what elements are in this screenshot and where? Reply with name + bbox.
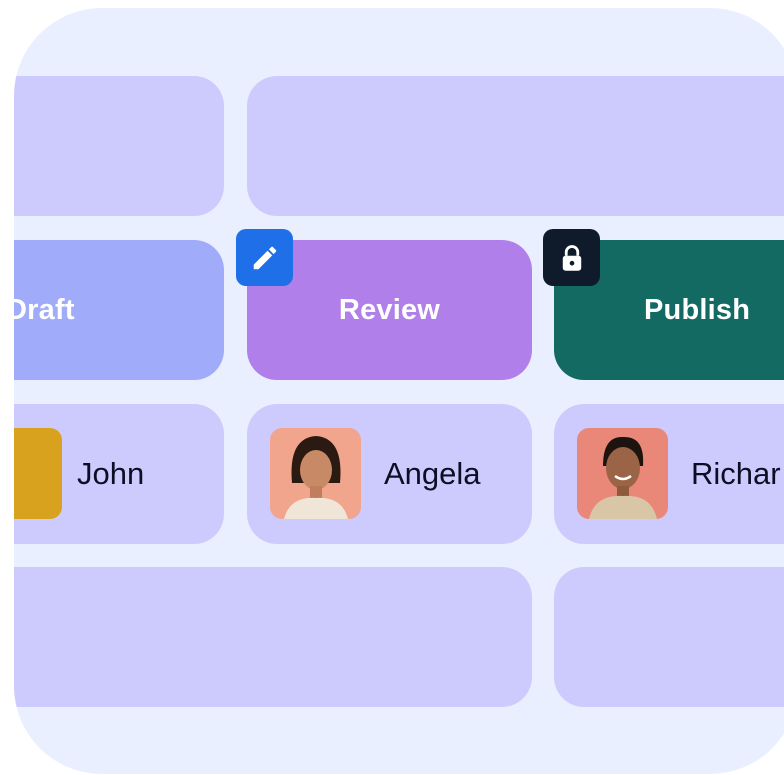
assignee-card-angela[interactable]: Angela [247, 404, 532, 544]
placeholder-card [554, 567, 784, 707]
stage-review-label: Review [338, 293, 441, 326]
assignee-card-john[interactable]: John [14, 404, 224, 544]
stage-publish-label: Publish [644, 293, 751, 326]
stage-draft[interactable]: Draft [14, 240, 224, 380]
placeholder-card [247, 76, 784, 216]
lock-icon[interactable] [543, 229, 600, 286]
workflow-board: Draft Review Publish John Angela Richar [14, 8, 784, 774]
avatar [14, 428, 62, 519]
assignee-name: John [77, 456, 145, 491]
stage-draft-label: Draft [14, 293, 75, 326]
pencil-icon[interactable] [236, 229, 293, 286]
placeholder-card [14, 567, 532, 707]
assignee-name: Angela [384, 456, 481, 491]
placeholder-card [14, 76, 224, 216]
assignee-name: Richar [691, 456, 781, 491]
avatar [577, 428, 668, 519]
assignee-card-richard[interactable]: Richar [554, 404, 784, 544]
avatar [270, 428, 361, 519]
